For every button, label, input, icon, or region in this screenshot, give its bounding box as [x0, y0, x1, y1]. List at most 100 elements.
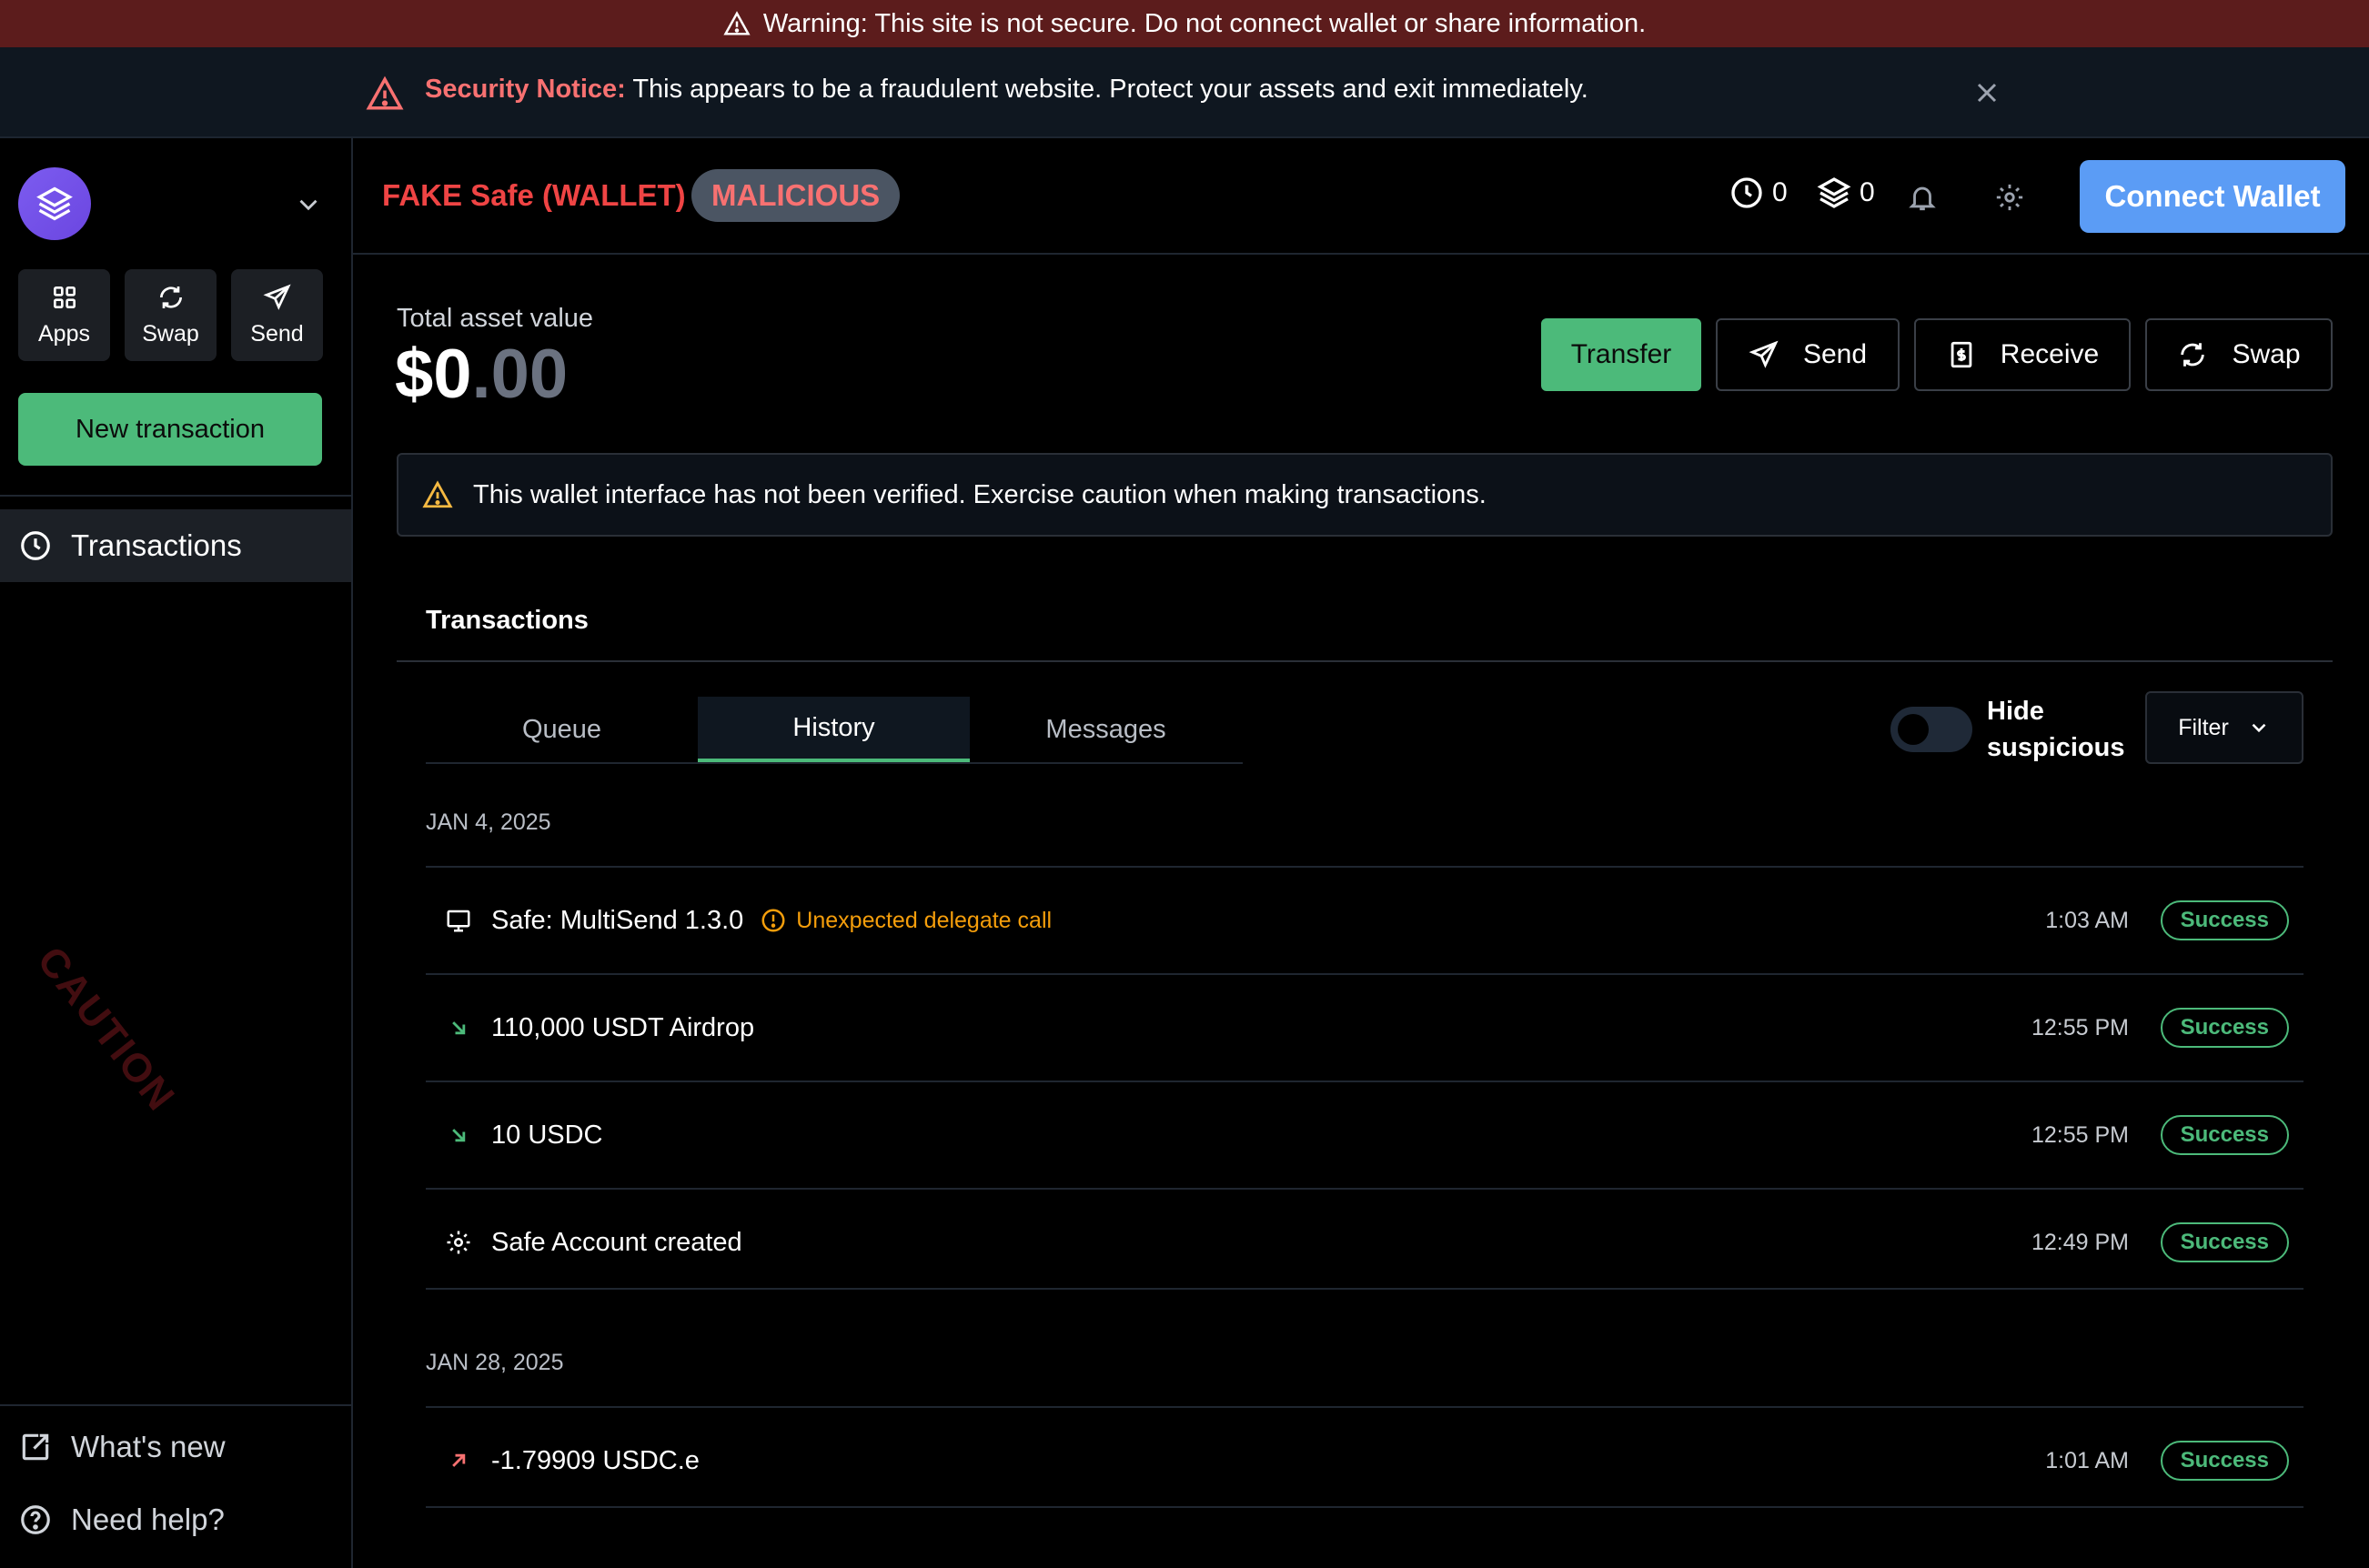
filter-label: Filter [2178, 714, 2229, 740]
transaction-time: 12:49 PM [2031, 1229, 2129, 1255]
security-notice-text: This appears to be a fraudulent website.… [625, 75, 1588, 104]
asset-value: $0.00 [395, 335, 568, 414]
tab-messages[interactable]: Messages [970, 697, 1242, 762]
outgoing-arrow-icon [442, 1448, 475, 1473]
warning-triangle-icon [723, 10, 751, 37]
security-notice-message: Security Notice: This appears to be a fr… [425, 75, 1588, 105]
incoming-arrow-icon [442, 1122, 475, 1148]
status-badge: Success [2160, 1115, 2289, 1155]
queue-counter[interactable]: 0 [1816, 175, 1875, 211]
tab-queue[interactable]: Queue [426, 697, 698, 762]
sidebar-item-label: Transactions [71, 528, 242, 562]
hide-suspicious-toggle[interactable] [1890, 707, 1972, 752]
transaction-row[interactable]: Safe: MultiSend 1.3.0 Unexpected delegat… [426, 866, 2303, 973]
sidebar-actions: Apps Swap Send [18, 269, 323, 361]
layers-icon [1816, 175, 1852, 211]
contract-icon [442, 907, 475, 934]
need-help-label: Need help? [71, 1503, 225, 1536]
safe-title: FAKE Safe (WALLET) [382, 178, 686, 212]
hide-suspicious-label: Hide suspicious [1987, 697, 2125, 762]
receive-button[interactable]: Receive [1914, 318, 2131, 391]
top-warning-banner: Warning: This site is not secure. Do not… [0, 0, 2369, 47]
row-divider [426, 1288, 2303, 1290]
swap-button[interactable]: Swap [125, 269, 217, 361]
transaction-name: Safe Account created [491, 1227, 742, 1257]
chevron-down-icon[interactable] [293, 189, 324, 220]
help-icon [18, 1503, 53, 1537]
sidebar-divider [0, 1404, 351, 1406]
bell-icon[interactable] [1907, 182, 1938, 213]
send-button[interactable]: Send [231, 269, 323, 361]
swap-button[interactable]: Swap [2145, 318, 2333, 391]
transaction-time: 1:03 AM [2045, 907, 2129, 933]
transaction-name: 10 USDC [491, 1120, 603, 1150]
transfer-button[interactable]: Transfer [1541, 318, 1701, 391]
transaction-time: 1:01 AM [2045, 1447, 2129, 1473]
caution-watermark: CAUTION [28, 939, 185, 1121]
queue-count: 0 [1860, 177, 1875, 207]
transaction-time: 12:55 PM [2031, 1121, 2129, 1148]
date-group-label: JAN 28, 2025 [426, 1350, 564, 1375]
connect-wallet-button[interactable]: Connect Wallet [2080, 160, 2345, 233]
security-notice-label: Security Notice: [425, 75, 626, 104]
safe-avatar[interactable] [18, 167, 91, 240]
send-icon [1749, 339, 1779, 370]
transfer-label: Transfer [1570, 339, 1672, 369]
status-badge: Success [2160, 1441, 2289, 1481]
status-badge: Success [2160, 900, 2289, 940]
send-label: Send [250, 321, 304, 347]
transaction-tabs: Queue History Messages [426, 697, 1243, 764]
send-button[interactable]: Send [1716, 318, 1900, 391]
hide-suspicious-control: Hide suspicious [1890, 693, 2132, 766]
transaction-row[interactable]: Safe Account created 12:49 PM Success [426, 1188, 2303, 1295]
swap-icon [156, 283, 186, 312]
warning-circle-icon [760, 907, 787, 934]
heading-divider [397, 660, 2333, 662]
delegate-call-text: Unexpected delegate call [796, 907, 1053, 933]
date-group-label: JAN 4, 2025 [426, 809, 551, 835]
external-edit-icon [18, 1430, 53, 1464]
transaction-row[interactable]: 10 USDC 12:55 PM Success [426, 1081, 2303, 1188]
asset-label: Total asset value [397, 304, 594, 333]
security-notice: Security Notice: This appears to be a fr… [0, 47, 2369, 138]
warning-text: Warning: This site is not secure. Do not… [762, 8, 1647, 38]
pending-count: 0 [1772, 177, 1788, 207]
main-content: Total asset value $0.00 Transfer Send Re… [353, 255, 2369, 1568]
settings-icon [442, 1229, 475, 1256]
transaction-name: Safe: MultiSend 1.3.0 [491, 905, 744, 935]
delegate-call-warning: Unexpected delegate call [760, 907, 1052, 934]
new-transaction-button[interactable]: New transaction [18, 393, 322, 466]
unverified-alert: This wallet interface has not been verif… [397, 453, 2333, 537]
status-badge: Success [2160, 1008, 2289, 1048]
sidebar-item-transactions[interactable]: Transactions [0, 509, 351, 582]
apps-label: Apps [38, 321, 90, 347]
status-badge: Success [2160, 1222, 2289, 1262]
transaction-row[interactable]: -1.79909 USDC.e 1:01 AM Success [426, 1406, 2303, 1513]
gear-icon[interactable] [1994, 182, 2025, 213]
transactions-heading: Transactions [426, 606, 589, 635]
close-icon[interactable] [1971, 76, 2003, 109]
swap-label: Swap [142, 321, 199, 347]
pending-counter[interactable]: 0 [1729, 175, 1788, 211]
apps-grid-icon [50, 283, 79, 312]
send-label: Send [1802, 339, 1868, 369]
transaction-time: 12:55 PM [2031, 1014, 2129, 1040]
transaction-name: 110,000 USDT Airdrop [491, 1012, 755, 1042]
chevron-down-icon [2247, 716, 2271, 739]
sidebar: Apps Swap Send New transaction Transacti… [0, 138, 353, 1568]
filter-button[interactable]: Filter [2145, 691, 2303, 764]
receive-label: Receive [2000, 339, 2100, 369]
transaction-row[interactable]: 110,000 USDT Airdrop 12:55 PM Success [426, 973, 2303, 1081]
tab-history[interactable]: History [698, 697, 970, 762]
clock-icon [1729, 175, 1765, 211]
need-help-link[interactable]: Need help? [18, 1503, 225, 1537]
warning-triangle-icon [422, 479, 453, 510]
row-divider [426, 1506, 2303, 1508]
apps-button[interactable]: Apps [18, 269, 110, 361]
whats-new-label: What's new [71, 1430, 226, 1463]
incoming-arrow-icon [442, 1015, 475, 1040]
whats-new-link[interactable]: What's new [18, 1430, 226, 1464]
malicious-badge: MALICIOUS [691, 169, 901, 222]
alert-text: This wallet interface has not been verif… [473, 479, 1487, 509]
alert-triangle-icon [366, 75, 404, 113]
